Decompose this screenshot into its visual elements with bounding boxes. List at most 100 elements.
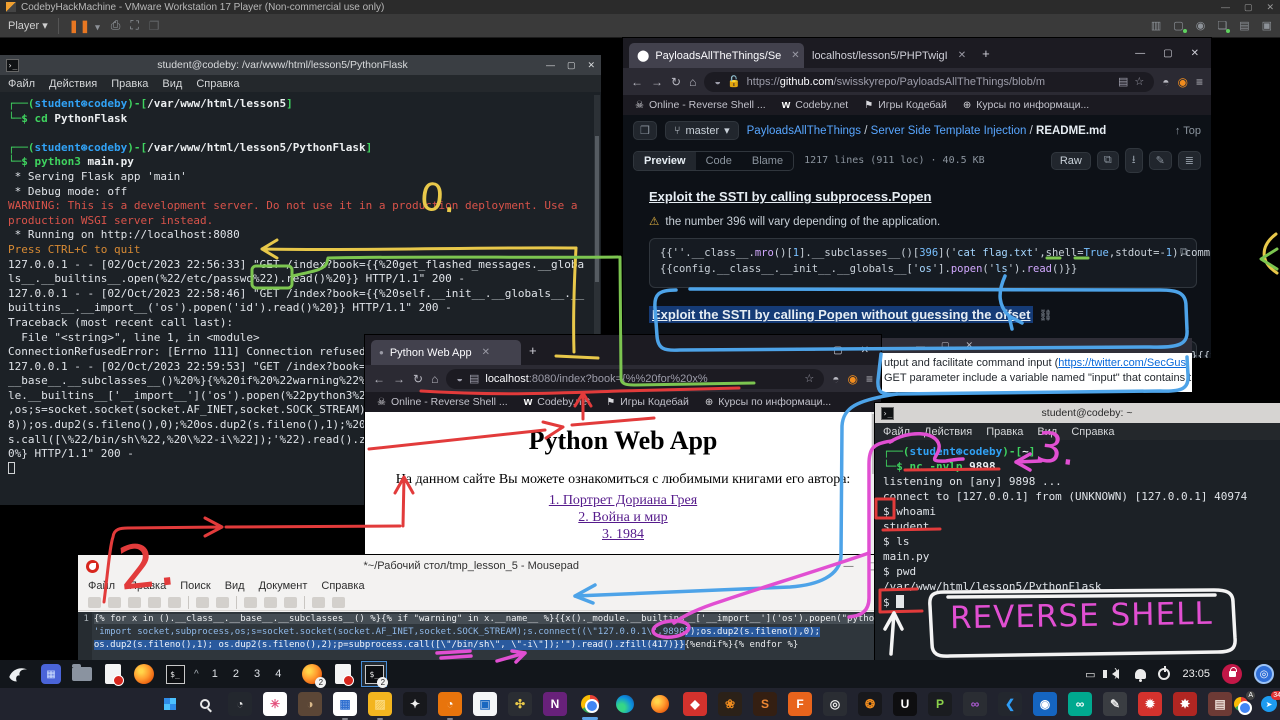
url-bar[interactable]: ◒ ▤ localhost:8080/index?book={%%20for%2… xyxy=(446,369,824,389)
dark-notes-app-icon[interactable]: ✦ xyxy=(403,692,427,716)
maximize-button[interactable]: ▢ xyxy=(833,345,842,356)
twitter-link[interactable]: https://twitter.com/SecGus xyxy=(1058,357,1186,369)
menu-действия[interactable]: Действия xyxy=(49,78,97,90)
breadcrumb-folder[interactable]: Server Side Template Injection xyxy=(871,125,1027,137)
terminal2-output[interactable]: ┌──(student⊛codeby)-[~]└─$ nc -nvlp 9898… xyxy=(875,440,1280,660)
bookmark-star-icon[interactable]: ☆ xyxy=(1134,75,1144,88)
design-asterisk-icon[interactable]: ✳ xyxy=(263,692,287,716)
reload-button[interactable]: ↻ xyxy=(413,372,423,386)
firefox-launcher[interactable] xyxy=(132,662,156,686)
minimize-button[interactable]: — xyxy=(1135,48,1145,59)
tab-localhost-phptwig[interactable]: localhost/lesson5/PHPTwigI✕ xyxy=(804,43,974,68)
host-maximize-button[interactable]: ▢ xyxy=(1244,2,1253,13)
find-button[interactable] xyxy=(312,597,325,608)
terminal-window-netcat[interactable]: ›_ student@codeby: ~ Файл Действия Правка В… xyxy=(875,403,1280,660)
undo-button[interactable] xyxy=(196,597,209,608)
reload-button[interactable]: ↻ xyxy=(671,75,681,89)
bookmark-games[interactable]: ⚑Игры Кодебай xyxy=(864,99,947,111)
panel-collapse-icon[interactable]: ^ xyxy=(194,669,199,680)
file-explorer-icon[interactable]: ▨ xyxy=(368,692,392,716)
outline-button[interactable]: ≣ xyxy=(1178,151,1201,170)
menu-справка[interactable]: Справка xyxy=(1071,426,1114,438)
terminal2-titlebar[interactable]: ›_ student@codeby: ~ xyxy=(875,403,1280,423)
copy-button[interactable] xyxy=(264,597,277,608)
ctrl-alt-del-button[interactable]: ⎙ xyxy=(111,18,121,33)
close-file-button[interactable] xyxy=(168,597,181,608)
red-app-icon[interactable]: ◆ xyxy=(683,692,707,716)
home-button[interactable]: ⌂ xyxy=(431,372,438,386)
tab-close-icon[interactable]: ✕ xyxy=(958,50,966,61)
menu-правка[interactable]: Правка xyxy=(111,78,148,90)
menu-файл[interactable]: Файл xyxy=(88,580,115,592)
volume-icon[interactable] xyxy=(1107,669,1119,679)
maximize-button[interactable]: ▢ xyxy=(1163,48,1172,59)
usb-device-icon[interactable]: ▥ xyxy=(1151,19,1161,32)
branch-selector[interactable]: ⑂master ▾ xyxy=(665,121,739,140)
red-gear-app-icon[interactable]: ✹ xyxy=(1138,692,1162,716)
terminal2-menubar[interactable]: Файл Действия Правка Вид Справка xyxy=(875,423,1280,440)
copy-raw-button[interactable]: ⧉ xyxy=(1097,151,1119,170)
portrait-app-icon[interactable]: ◑ xyxy=(298,692,322,716)
menu-вид[interactable]: Вид xyxy=(1037,426,1057,438)
menu-действия[interactable]: Действия xyxy=(924,426,972,438)
bookmark-star-icon[interactable]: ☆ xyxy=(804,372,814,385)
app-menu-button[interactable]: ≡ xyxy=(866,372,873,386)
taskbar-mousepad-running[interactable] xyxy=(331,662,355,686)
edge-taskbar-icon[interactable] xyxy=(613,692,637,716)
maximize-button[interactable]: ▢ xyxy=(567,60,576,71)
symbols-pane-button[interactable]: ❒ xyxy=(633,121,657,140)
minimize-button[interactable]: — xyxy=(916,341,925,351)
menu-правка[interactable]: Правка xyxy=(986,426,1023,438)
menu-справка[interactable]: Справка xyxy=(321,580,364,592)
virtualbox-icon[interactable]: ▣ xyxy=(473,692,497,716)
power-tray-icon[interactable] xyxy=(1158,668,1170,680)
redo-button[interactable] xyxy=(216,597,229,608)
windows-search-button[interactable] xyxy=(193,692,217,716)
bookmark-reverse-shell[interactable]: ☠Online - Reverse Shell ... xyxy=(635,99,766,111)
note-window-titlebar[interactable]: — ▢ ✕ xyxy=(878,338,1192,353)
tracking-shield-icon[interactable]: ◒ xyxy=(714,76,721,88)
unreal-icon[interactable]: U xyxy=(893,692,917,716)
vscode-icon[interactable]: ❮ xyxy=(998,692,1022,716)
menu-правка[interactable]: Правка xyxy=(129,580,166,592)
bookmark-codeby[interactable]: wCodeby.net xyxy=(782,99,849,111)
menu-файл[interactable]: Файл xyxy=(8,78,35,90)
find-replace-button[interactable] xyxy=(332,597,345,608)
book-link-1[interactable]: 1. Портрет Дориана Грея xyxy=(365,492,881,509)
yellow-arrows-app-icon[interactable]: ✣ xyxy=(508,692,532,716)
cut-button[interactable] xyxy=(244,597,257,608)
menu-файл[interactable]: Файл xyxy=(883,426,910,438)
close-button[interactable]: ✕ xyxy=(1191,48,1199,59)
back-button[interactable]: ← xyxy=(373,372,385,386)
mousepad-launcher[interactable] xyxy=(101,662,125,686)
menu-документ[interactable]: Документ xyxy=(259,580,308,592)
network-device-icon[interactable]: ❏ xyxy=(1217,19,1227,32)
taskbar-firefox-running[interactable]: 2 xyxy=(300,662,324,686)
cd-device-icon[interactable]: ◉ xyxy=(1196,19,1206,32)
suspend-button[interactable]: ❚❚ ▾ xyxy=(69,19,101,33)
display-tray-icon[interactable]: ▭ xyxy=(1085,668,1095,681)
book-link-2[interactable]: 2. Война и мир xyxy=(365,509,881,526)
tab-python-web-app[interactable]: ● Python Web App✕ xyxy=(371,340,521,365)
tab-close-icon[interactable]: ✕ xyxy=(791,50,799,61)
fullscreen-button[interactable]: ⛶ xyxy=(130,18,138,33)
bird-tray-icon[interactable]: ➤34 xyxy=(1260,695,1278,713)
menu-поиск[interactable]: Поиск xyxy=(180,580,210,592)
stylus-app-icon[interactable]: ✎ xyxy=(1103,692,1127,716)
mousepad-titlebar[interactable]: *~/Рабочий стол/tmp_lesson_5 - Mousepad … xyxy=(78,555,885,577)
reader-mode-icon[interactable]: ▤ xyxy=(1118,75,1128,88)
mousepad-editor[interactable]: 1 {% for x in ().__class__.__base__.__su… xyxy=(78,612,885,660)
save-button[interactable] xyxy=(128,597,141,608)
calendar-app-icon[interactable]: ▦ xyxy=(333,692,357,716)
camtasia-icon[interactable]: ∞ xyxy=(1068,692,1092,716)
terminal1-titlebar[interactable]: ›_ student@codeby: /var/www/html/lesson5… xyxy=(0,55,601,75)
minimize-button[interactable]: — xyxy=(844,561,854,572)
maximize-button[interactable]: ▢ xyxy=(941,340,950,351)
tab-code[interactable]: Code xyxy=(696,152,742,170)
blender-icon[interactable]: ❂ xyxy=(858,692,882,716)
heading-popen-no-offset[interactable]: Exploit the SSTI by calling Popen withou… xyxy=(649,306,1033,323)
chrome-tray-icon[interactable]: A xyxy=(1232,695,1250,713)
url-bar[interactable]: ◒ 🔓 https://github.com/swisskyrepo/Paylo… xyxy=(704,72,1154,92)
pycharm-icon[interactable]: P xyxy=(928,692,952,716)
minimize-button[interactable]: — xyxy=(805,345,815,356)
